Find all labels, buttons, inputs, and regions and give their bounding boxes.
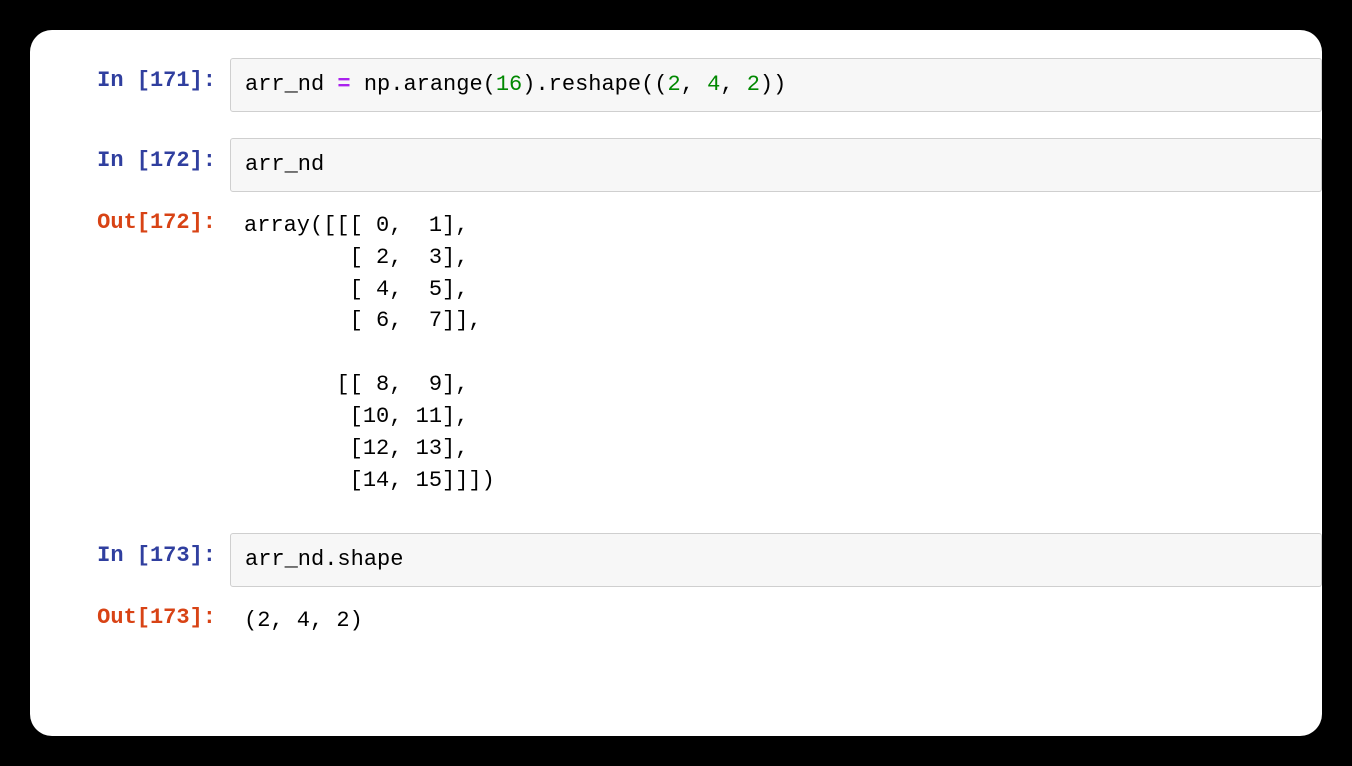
code-cell: In [171]: arr_nd = np.arange(16).reshape… (30, 58, 1322, 112)
input-prompt: In [173]: (30, 533, 230, 587)
output-cell: Out[173]: (2, 4, 2) (30, 595, 1322, 647)
code-input[interactable]: arr_nd = np.arange(16).reshape((2, 4, 2)… (230, 58, 1322, 112)
output-prompt: Out[173]: (30, 595, 230, 647)
code-input[interactable]: arr_nd.shape (230, 533, 1322, 587)
code-input[interactable]: arr_nd (230, 138, 1322, 192)
code-output: (2, 4, 2) (230, 595, 1322, 647)
code-cell: In [172]: arr_nd (30, 138, 1322, 192)
output-prompt: Out[172]: (30, 200, 230, 507)
code-cell: In [173]: arr_nd.shape (30, 533, 1322, 587)
code-output: array([[[ 0, 1], [ 2, 3], [ 4, 5], [ 6, … (230, 200, 1322, 507)
notebook-container: In [171]: arr_nd = np.arange(16).reshape… (30, 30, 1322, 736)
input-prompt: In [171]: (30, 58, 230, 112)
output-cell: Out[172]: array([[[ 0, 1], [ 2, 3], [ 4,… (30, 200, 1322, 507)
input-prompt: In [172]: (30, 138, 230, 192)
